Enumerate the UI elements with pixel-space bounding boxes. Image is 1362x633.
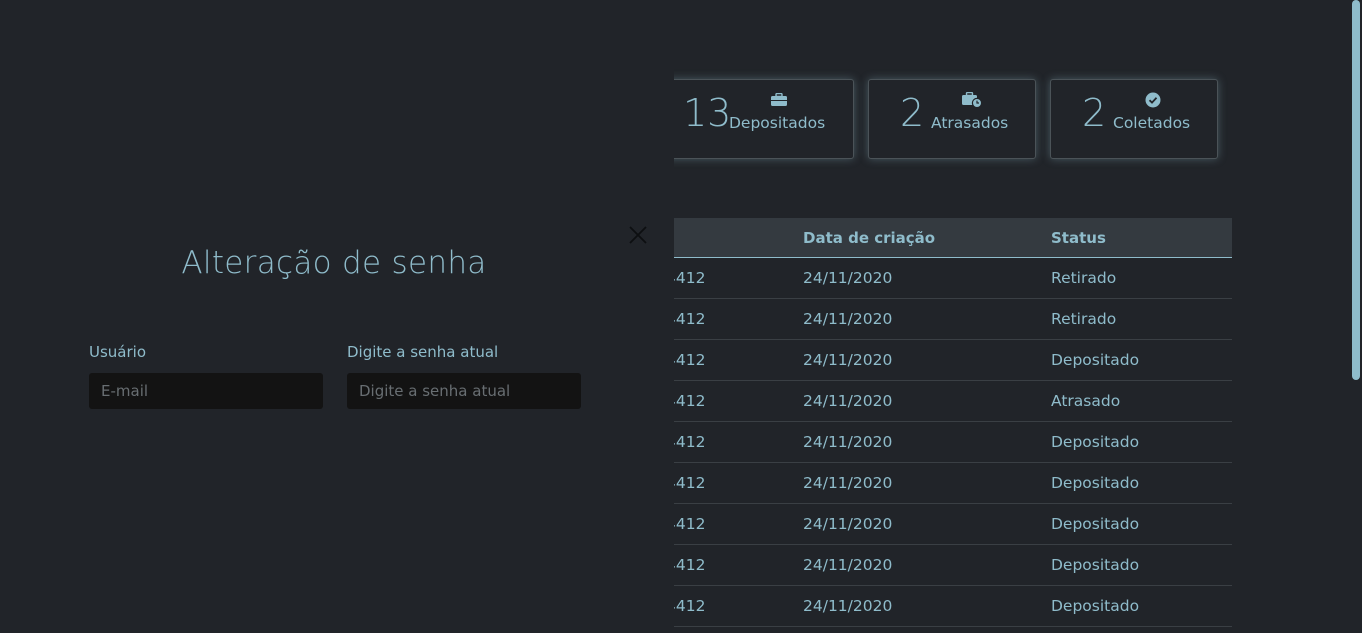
stat-value: 13	[683, 91, 732, 135]
cell-date: 24/11/2020	[803, 351, 893, 369]
close-button[interactable]	[627, 224, 649, 246]
cell-status: Depositado	[1051, 556, 1140, 574]
cell-date: 24/11/2020	[803, 556, 893, 574]
stat-card-atrasados[interactable]: 2 Atrasados	[868, 79, 1036, 159]
table-row[interactable]: 4412 24/11/2020 Depositado	[666, 586, 1232, 627]
cell-date: 24/11/2020	[803, 474, 893, 492]
modal-title: Alteração de senha	[181, 245, 487, 281]
table-row[interactable]: 4412 24/11/2020 Depositado	[666, 463, 1232, 504]
cell-status: Retirado	[1051, 310, 1117, 328]
stat-value: 2	[1082, 91, 1107, 135]
table-row[interactable]: 4412 24/11/2020 Depositado	[666, 340, 1232, 381]
cell-date: 24/11/2020	[803, 515, 893, 533]
cell-status: Atrasado	[1051, 392, 1121, 410]
table-row[interactable]: 4412 24/11/2020 Retirado	[666, 258, 1232, 299]
email-input[interactable]	[89, 373, 323, 409]
deliveries-table: Data de criação Status 4412 24/11/2020 Ret…	[666, 218, 1232, 627]
cell-status: Depositado	[1051, 515, 1140, 533]
table-row[interactable]: 4412 24/11/2020 Depositado	[666, 504, 1232, 545]
cell-status: Depositado	[1051, 433, 1140, 451]
stat-card-coletados[interactable]: 2 Coletados	[1050, 79, 1218, 159]
column-header-date[interactable]: Data de criação	[803, 229, 935, 247]
table-header: Data de criação Status	[674, 218, 1232, 258]
cell-date: 24/11/2020	[803, 310, 893, 328]
page-scrollbar[interactable]	[1350, 0, 1362, 633]
change-password-modal: Alteração de senha Usuário Digite a senh…	[0, 0, 674, 633]
cell-date: 24/11/2020	[803, 433, 893, 451]
briefcase-clock-icon	[961, 91, 983, 112]
scrollbar-thumb[interactable]	[1352, 0, 1360, 380]
cell-status: Depositado	[1051, 597, 1140, 615]
current-password-input[interactable]	[347, 373, 581, 409]
stat-label: Coletados	[1113, 114, 1191, 132]
cell-status: Depositado	[1051, 474, 1140, 492]
cell-date: 24/11/2020	[803, 597, 893, 615]
table-row[interactable]: 4412 24/11/2020 Atrasado	[666, 381, 1232, 422]
stat-label: Depositados	[729, 114, 826, 132]
table-body: 4412 24/11/2020 Retirado 4412 24/11/2020 Reti…	[666, 258, 1232, 627]
cell-date: 24/11/2020	[803, 392, 893, 410]
current-password-label: Digite a senha atual	[347, 343, 499, 361]
stat-value: 2	[900, 91, 925, 135]
cell-date: 24/11/2020	[803, 269, 893, 287]
table-row[interactable]: 4412 24/11/2020 Depositado	[666, 422, 1232, 463]
stat-label: Atrasados	[931, 114, 1009, 132]
cell-status: Retirado	[1051, 269, 1117, 287]
table-row[interactable]: 4412 24/11/2020 Retirado	[666, 299, 1232, 340]
user-label: Usuário	[89, 343, 147, 361]
column-header-status[interactable]: Status	[1051, 229, 1106, 247]
stat-card-depositados[interactable]: 13 Depositados	[652, 79, 854, 159]
close-icon[interactable]	[627, 224, 649, 246]
briefcase-icon	[770, 92, 788, 111]
check-circle-icon	[1145, 92, 1161, 112]
table-row[interactable]: 4412 24/11/2020 Depositado	[666, 545, 1232, 586]
cell-status: Depositado	[1051, 351, 1140, 369]
